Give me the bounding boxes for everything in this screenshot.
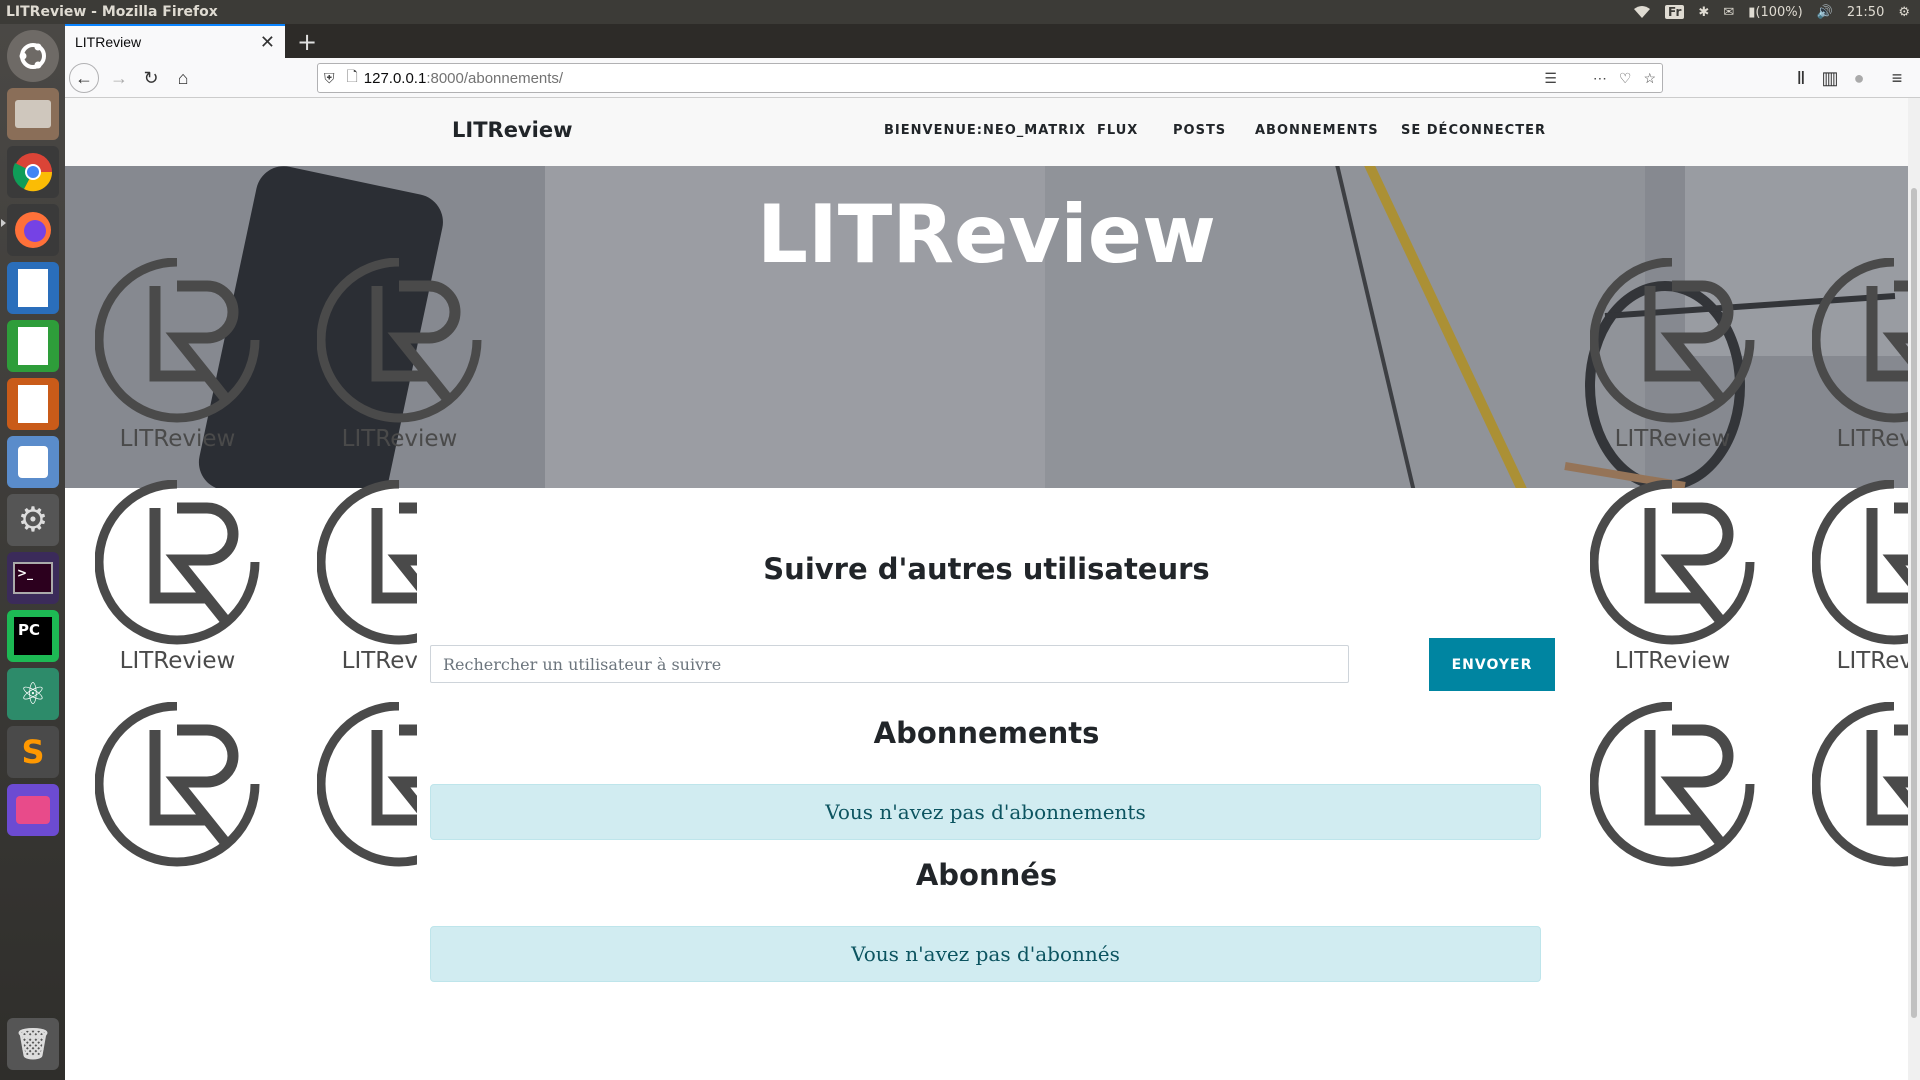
calc-icon[interactable] xyxy=(7,320,59,372)
litreview-logo-tile: LITReview xyxy=(1811,479,1908,680)
follow-title: Suivre d'autres utilisateurs xyxy=(763,552,1210,586)
url-bar[interactable]: ⛨ 🗋 127.0.0.1:8000/abonnements/ ☰ ⋯ ♡ ☆ xyxy=(317,63,1663,93)
litreview-logo-word: LITReview xyxy=(1614,426,1731,452)
litreview-logo-tile: LITReview xyxy=(316,257,482,458)
page-viewport: LITReview BIENVENUE:NEO_MATRIX FLUX POST… xyxy=(65,98,1908,1080)
litreview-logo-tile: LITReview xyxy=(1589,479,1755,680)
trash-icon[interactable]: 🗑 xyxy=(7,1018,59,1070)
litreview-logo-tile xyxy=(94,701,260,902)
back-arrow-icon[interactable]: ← xyxy=(69,63,99,93)
subscriptions-empty-alert: Vous n'avez pas d'abonnements xyxy=(430,784,1541,840)
ubuntu-dash-icon[interactable] xyxy=(7,30,59,82)
battery-percent: (100%) xyxy=(1755,4,1803,20)
close-tab-icon[interactable]: ✕ xyxy=(260,32,275,53)
reload-icon[interactable]: ↻ xyxy=(137,64,165,92)
nav-logout[interactable]: SE DÉCONNECTER xyxy=(1401,123,1546,138)
page-scrollbar[interactable] xyxy=(1908,98,1920,1080)
litreview-logo-icon xyxy=(94,701,260,867)
window-title: LITReview - Mozilla Firefox xyxy=(6,4,218,20)
firefox-icon[interactable] xyxy=(7,204,59,256)
top-panel: LITReview - Mozilla Firefox Fr ✱ ✉ ▮ (100… xyxy=(0,0,1920,24)
litreview-logo-tile: LITReview xyxy=(1589,257,1755,458)
litreview-logo-icon xyxy=(1811,257,1908,423)
software-center-icon[interactable] xyxy=(7,436,59,488)
litreview-logo-icon xyxy=(1589,701,1755,867)
send-button[interactable]: ENVOYER xyxy=(1429,638,1555,691)
litreview-logo-word: LITReview xyxy=(119,648,236,674)
followers-title: Abonnés xyxy=(915,858,1058,892)
keyboard-layout-indicator[interactable]: Fr xyxy=(1665,5,1685,19)
nav-flux[interactable]: FLUX xyxy=(1097,123,1138,138)
sidebar-icon[interactable]: ▥ xyxy=(1816,64,1844,92)
litreview-logo-word: LITReview xyxy=(341,426,458,452)
writer-icon[interactable] xyxy=(7,262,59,314)
reader-view-icon[interactable]: ☰ xyxy=(1544,70,1557,87)
litreview-logo-tile: LITReview xyxy=(94,479,260,680)
tab-bar: LITReview ✕ + xyxy=(65,24,1920,58)
tab-litreview[interactable]: LITReview ✕ xyxy=(65,24,285,58)
url-host: 127.0.0.1 xyxy=(363,69,427,87)
url-path: :8000/abonnements/ xyxy=(426,69,564,87)
subscriptions-title: Abonnements xyxy=(873,716,1100,750)
followers-empty-alert: Vous n'avez pas d'abonnés xyxy=(430,926,1541,982)
litreview-logo-icon xyxy=(1589,257,1755,423)
chrome-icon[interactable] xyxy=(7,146,59,198)
pocket-icon[interactable]: ♡ xyxy=(1619,70,1632,87)
new-tab-icon[interactable]: + xyxy=(297,28,317,56)
nav-abonnements[interactable]: ABONNEMENTS xyxy=(1255,123,1379,138)
litreview-logo-tile xyxy=(1589,701,1755,902)
pycharm-icon[interactable]: PC xyxy=(7,610,59,662)
clock[interactable]: 21:50 xyxy=(1847,5,1884,20)
battery-indicator[interactable]: ▮ (100%) xyxy=(1748,5,1802,20)
user-search-input[interactable] xyxy=(430,645,1349,683)
atom-icon[interactable]: ⚛ xyxy=(7,668,59,720)
tracking-protection-icon[interactable]: ⛨ xyxy=(324,70,335,87)
nav-posts[interactable]: POSTS xyxy=(1173,123,1226,138)
launcher: ⚙ >_ PC ⚛ S 🗑 xyxy=(0,24,65,1080)
running-indicator xyxy=(1,219,6,227)
litreview-logo-icon xyxy=(94,257,260,423)
wifi-icon[interactable] xyxy=(1633,5,1651,19)
main-content: Suivre d'autres utilisateurs ENVOYER Abo… xyxy=(417,488,1556,1080)
terminal-icon[interactable]: >_ xyxy=(7,552,59,604)
mail-icon[interactable]: ✉ xyxy=(1723,5,1734,20)
nav-welcome-user[interactable]: BIENVENUE:NEO_MATRIX xyxy=(884,123,1086,138)
litreview-logo-icon xyxy=(1589,479,1755,645)
litreview-logo-tile: LITReview xyxy=(1811,257,1908,458)
navigation-toolbar: ← → ↻ ⌂ ⛨ 🗋 127.0.0.1:8000/abonnements/ … xyxy=(65,58,1920,98)
impress-icon[interactable] xyxy=(7,378,59,430)
site-brand[interactable]: LITReview xyxy=(452,118,572,142)
volume-icon[interactable]: 🔊 xyxy=(1817,5,1833,20)
system-tray: Fr ✱ ✉ ▮ (100%) 🔊 21:50 ⚙ xyxy=(1633,5,1920,20)
litreview-logo-icon xyxy=(94,479,260,645)
menu-icon[interactable]: ≡ xyxy=(1883,64,1911,92)
scrollbar-thumb[interactable] xyxy=(1911,188,1917,1018)
litreview-logo-word: LITReview xyxy=(1614,648,1731,674)
settings-icon[interactable]: ⚙ xyxy=(7,494,59,546)
litreview-logo-icon xyxy=(1811,701,1908,867)
forward-arrow-icon[interactable]: → xyxy=(105,64,133,92)
library-icon[interactable]: Ⅱ xyxy=(1787,64,1815,92)
files-icon[interactable] xyxy=(7,88,59,140)
power-gear-icon[interactable]: ⚙ xyxy=(1898,5,1910,20)
bookmark-star-icon[interactable]: ☆ xyxy=(1643,70,1656,87)
sublime-icon[interactable]: S xyxy=(7,726,59,778)
bluetooth-icon[interactable]: ✱ xyxy=(1698,5,1709,20)
account-icon[interactable]: ● xyxy=(1845,64,1873,92)
battery-icon: ▮ xyxy=(1748,4,1756,20)
litreview-logo-icon xyxy=(1811,479,1908,645)
tab-title: LITReview xyxy=(75,34,142,50)
litreview-logo-word: LITReview xyxy=(1836,426,1908,452)
site-navbar: LITReview BIENVENUE:NEO_MATRIX FLUX POST… xyxy=(65,98,1908,166)
home-icon[interactable]: ⌂ xyxy=(169,64,197,92)
litreview-logo-word: LITReview xyxy=(1836,648,1908,674)
litreview-logo-word: LITReview xyxy=(119,426,236,452)
page-info-icon[interactable]: 🗋 xyxy=(347,66,358,90)
litreview-logo-tile: LITReview xyxy=(94,257,260,458)
screenshot-icon[interactable] xyxy=(7,784,59,836)
litreview-logo-icon xyxy=(316,257,482,423)
litreview-logo-tile xyxy=(1811,701,1908,902)
page-actions-icon[interactable]: ⋯ xyxy=(1593,70,1607,87)
